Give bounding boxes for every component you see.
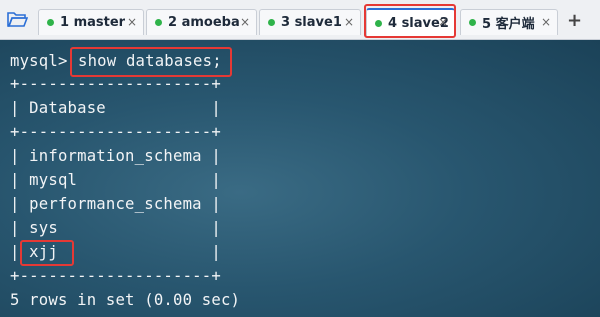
status-dot-icon xyxy=(268,19,275,26)
table-row: | performance_schema | xyxy=(10,195,221,213)
tab-bar: 1 master × 2 amoeba × 3 slave1 × 4 slave… xyxy=(0,0,600,40)
terminal-pane[interactable]: mysql> show databases; +----------------… xyxy=(0,40,600,317)
status-dot-icon xyxy=(469,19,476,26)
row-highlight xyxy=(20,240,74,266)
tab-master[interactable]: 1 master × xyxy=(38,9,144,35)
tab-label: 1 master xyxy=(60,15,126,30)
terminal-prompt: mysql> xyxy=(10,52,68,70)
table-border: +--------------------+ xyxy=(10,75,221,93)
status-dot-icon xyxy=(47,19,54,26)
folder-open-icon[interactable] xyxy=(6,9,28,29)
tab-label: 3 slave1 xyxy=(281,15,342,30)
tab-slave1[interactable]: 3 slave1 × xyxy=(259,9,361,35)
table-border: +--------------------+ xyxy=(10,123,221,141)
table-row: | mysql | xyxy=(10,171,221,189)
close-icon[interactable]: × xyxy=(127,15,137,29)
tab-label: 2 amoeba xyxy=(168,15,240,30)
tab-amoeba[interactable]: 2 amoeba × xyxy=(146,9,257,35)
tab-client[interactable]: 5 客户端 × xyxy=(460,9,558,35)
close-icon[interactable]: × xyxy=(344,15,354,29)
status-dot-icon xyxy=(155,19,162,26)
tab-label: 5 客户端 xyxy=(482,17,535,32)
close-icon[interactable]: × xyxy=(541,15,551,29)
table-row: | sys | xyxy=(10,219,221,237)
close-icon[interactable]: × xyxy=(240,15,250,29)
active-tab-highlight xyxy=(364,4,456,38)
table-row: | information_schema | xyxy=(10,147,221,165)
add-tab-icon[interactable]: + xyxy=(567,10,582,31)
result-summary: 5 rows in set (0.00 sec) xyxy=(10,291,241,309)
table-header-row: | Database | xyxy=(10,99,221,117)
table-border: +--------------------+ xyxy=(10,267,221,285)
command-highlight xyxy=(70,47,232,77)
